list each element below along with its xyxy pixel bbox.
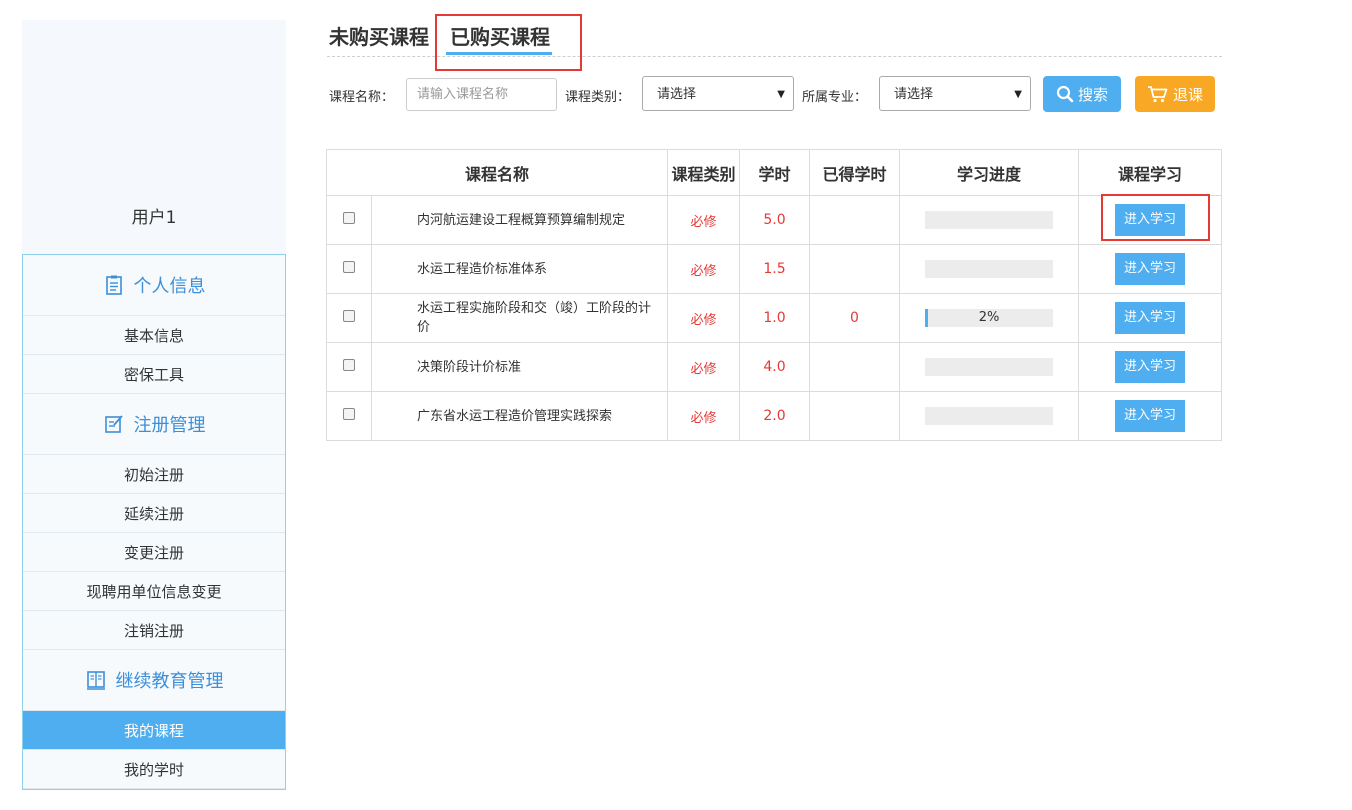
earned-hours: 0 xyxy=(809,293,900,343)
section-title: 继续教育管理 xyxy=(115,671,224,692)
section-registration[interactable]: 注册管理 xyxy=(23,394,285,455)
course-name-input[interactable]: 请输入课程名称 xyxy=(406,78,557,111)
course-hours: 4.0 xyxy=(739,342,810,392)
earned-hours xyxy=(809,195,900,245)
progress-bar xyxy=(925,407,1053,425)
course-type: 必修 xyxy=(667,293,740,343)
table-row: 内河航运建设工程概算预算编制规定 必修 5.0 进入学习 xyxy=(326,195,1222,245)
major-value: 请选择 xyxy=(894,87,934,102)
sidebar-item-basic-info[interactable]: 基本信息 xyxy=(23,316,285,355)
sidebar-item-my-courses[interactable]: 我的课程 xyxy=(23,711,285,750)
table-row: 水运工程实施阶段和交（竣）工阶段的计价 必修 1.0 0 2% 进入学习 xyxy=(326,293,1222,343)
earned-hours xyxy=(809,244,900,294)
table-row: 水运工程造价标准体系 必修 1.5 进入学习 xyxy=(326,244,1222,294)
major-select[interactable]: 请选择 ▼ xyxy=(879,76,1031,111)
sidebar-item-cancel-registration[interactable]: 注销注册 xyxy=(23,611,285,650)
enter-study-button[interactable]: 进入学习 xyxy=(1115,400,1185,432)
row-checkbox[interactable] xyxy=(343,359,355,371)
table-header-row: 课程名称 课程类别 学时 已得学时 学习进度 课程学习 xyxy=(326,149,1222,196)
search-button-label: 搜索 xyxy=(1077,85,1108,104)
course-name: 广东省水运工程造价管理实践探索 xyxy=(371,391,668,441)
course-type-label: 课程类别： xyxy=(565,90,631,105)
sidebar-item-initial-registration[interactable]: 初始注册 xyxy=(23,455,285,494)
user-name: 用户1 xyxy=(131,208,177,228)
progress-bar xyxy=(925,358,1053,376)
sidebar-menu: 个人信息 基本信息 密保工具 注册管理 初始注册 延续注册 变更注册 现聘用单位… xyxy=(22,254,286,790)
sidebar-item-security-tools[interactable]: 密保工具 xyxy=(23,355,285,394)
section-title: 注册管理 xyxy=(133,415,206,436)
search-button[interactable]: 搜索 xyxy=(1043,76,1121,112)
header-course-name: 课程名称 xyxy=(326,149,668,196)
header-hours: 学时 xyxy=(739,149,810,196)
major-label: 所属专业： xyxy=(802,90,868,105)
progress-bar: 2% xyxy=(925,309,1053,327)
drop-course-label: 退课 xyxy=(1172,85,1203,104)
dropdown-arrow-icon: ▼ xyxy=(1014,89,1022,100)
course-name: 水运工程造价标准体系 xyxy=(371,244,668,294)
section-title: 个人信息 xyxy=(133,276,206,297)
progress-bar xyxy=(925,211,1053,229)
earned-hours xyxy=(809,391,900,441)
highlight-box-study xyxy=(1101,194,1210,241)
course-name-label: 课程名称： xyxy=(329,90,395,105)
header-study: 课程学习 xyxy=(1078,149,1222,196)
search-icon xyxy=(1056,85,1074,103)
course-hours: 1.0 xyxy=(739,293,810,343)
table-row: 广东省水运工程造价管理实践探索 必修 2.0 进入学习 xyxy=(326,391,1222,441)
row-checkbox[interactable] xyxy=(343,261,355,273)
sidebar-item-change-registration[interactable]: 变更注册 xyxy=(23,533,285,572)
course-type: 必修 xyxy=(667,391,740,441)
course-hours: 1.5 xyxy=(739,244,810,294)
course-name: 水运工程实施阶段和交（竣）工阶段的计价 xyxy=(371,293,668,343)
sidebar: 用户1 个人信息 基本信息 密保工具 注册管理 初始注册 延续注册 变更注册 现… xyxy=(22,20,286,810)
course-hours: 2.0 xyxy=(739,391,810,441)
highlight-box-tab xyxy=(435,14,582,71)
edit-note-icon xyxy=(104,415,123,433)
course-name: 决策阶段计价标准 xyxy=(371,342,668,392)
cart-icon xyxy=(1147,86,1168,103)
header-course-type: 课程类别 xyxy=(667,149,740,196)
course-type: 必修 xyxy=(667,342,740,392)
sidebar-item-my-hours[interactable]: 我的学时 xyxy=(23,750,285,789)
tab-unbought-courses[interactable]: 未购买课程 xyxy=(329,21,429,50)
dropdown-arrow-icon: ▼ xyxy=(777,89,785,100)
book-icon xyxy=(86,671,105,690)
progress-text: 2% xyxy=(978,310,1000,325)
enter-study-button[interactable]: 进入学习 xyxy=(1115,351,1185,383)
sidebar-item-renewal-registration[interactable]: 延续注册 xyxy=(23,494,285,533)
course-name: 内河航运建设工程概算预算编制规定 xyxy=(371,195,668,245)
header-earned-hours: 已得学时 xyxy=(809,149,900,196)
enter-study-button[interactable]: 进入学习 xyxy=(1115,302,1185,334)
course-type-select[interactable]: 请选择 ▼ xyxy=(642,76,794,111)
sidebar-item-employer-change[interactable]: 现聘用单位信息变更 xyxy=(23,572,285,611)
table-row: 决策阶段计价标准 必修 4.0 进入学习 xyxy=(326,342,1222,392)
user-profile: 用户1 xyxy=(22,20,286,254)
course-table: 课程名称 课程类别 学时 已得学时 学习进度 课程学习 内河航运建设工程概算预算… xyxy=(326,149,1222,441)
row-checkbox[interactable] xyxy=(343,408,355,420)
course-type-value: 请选择 xyxy=(657,87,697,102)
section-personal-info[interactable]: 个人信息 xyxy=(23,255,285,316)
drop-course-button[interactable]: 退课 xyxy=(1135,76,1215,112)
filter-bar: 课程名称： 请输入课程名称 课程类别： 请选择 ▼ 所属专业： 请选择 ▼ 搜索… xyxy=(327,76,1227,112)
course-type: 必修 xyxy=(667,244,740,294)
progress-bar xyxy=(925,260,1053,278)
row-checkbox[interactable] xyxy=(343,310,355,322)
progress-fill xyxy=(925,309,928,327)
course-hours: 5.0 xyxy=(739,195,810,245)
section-continuing-education[interactable]: 继续教育管理 xyxy=(23,650,285,711)
clipboard-icon xyxy=(105,275,122,295)
header-progress: 学习进度 xyxy=(899,149,1079,196)
course-type: 必修 xyxy=(667,195,740,245)
earned-hours xyxy=(809,342,900,392)
enter-study-button[interactable]: 进入学习 xyxy=(1115,253,1185,285)
row-checkbox[interactable] xyxy=(343,212,355,224)
